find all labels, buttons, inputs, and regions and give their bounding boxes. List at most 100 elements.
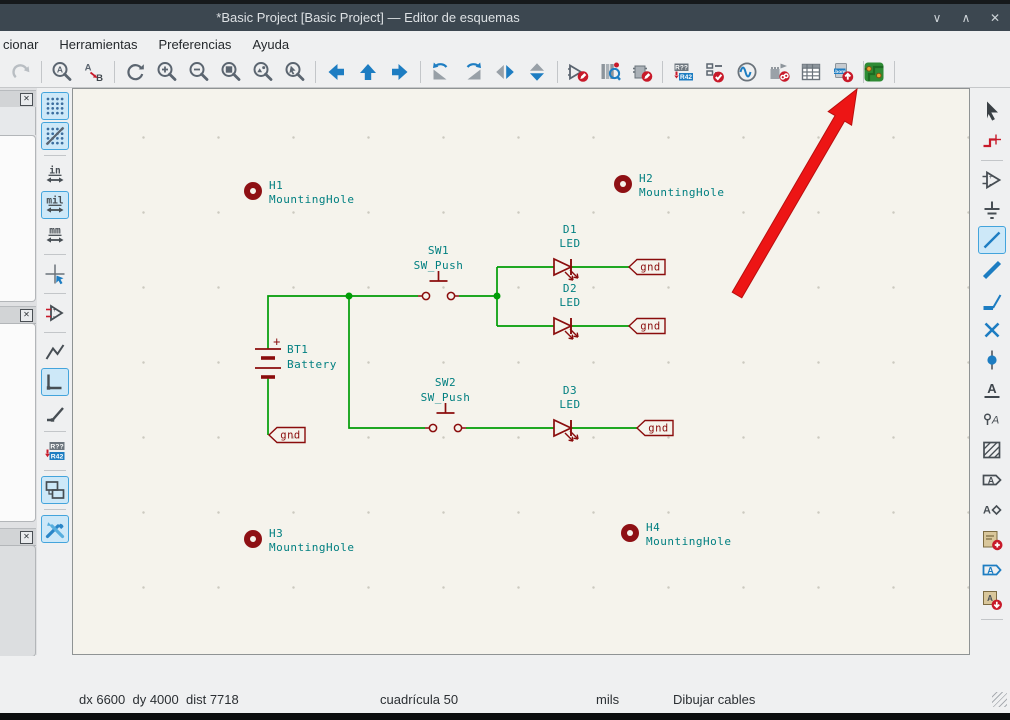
pcb-editor-button[interactable] bbox=[861, 59, 887, 85]
led-emission-arrow bbox=[577, 435, 578, 439]
zoom-out-button[interactable] bbox=[186, 59, 212, 85]
nav-forward-button[interactable] bbox=[387, 59, 413, 85]
menu-item-ayuda[interactable]: Ayuda bbox=[251, 35, 290, 54]
panel-body[interactable] bbox=[0, 545, 36, 657]
titlebar[interactable]: *Basic Project [Basic Project] — Editor … bbox=[0, 4, 1010, 31]
panel-close-icon[interactable]: ✕ bbox=[20, 309, 33, 322]
junction-tool[interactable] bbox=[978, 346, 1006, 374]
select-tool[interactable] bbox=[978, 97, 1006, 125]
docked-panel-header[interactable]: ✕ bbox=[0, 528, 36, 546]
draw-bus-tool[interactable] bbox=[978, 256, 1006, 284]
place-symbol-tool[interactable]: +- bbox=[978, 166, 1006, 194]
annotate-button[interactable]: R??R42 bbox=[670, 59, 696, 85]
zoom-selection-button[interactable] bbox=[282, 59, 308, 85]
nav-back-button[interactable] bbox=[323, 59, 349, 85]
highlight-net-tool[interactable] bbox=[978, 127, 1006, 155]
panel-close-icon[interactable]: ✕ bbox=[20, 531, 33, 544]
wires-45-toggle[interactable] bbox=[41, 398, 69, 426]
schematic-canvas[interactable]: H1MountingHoleH2MountingHoleH3MountingHo… bbox=[72, 88, 970, 655]
close-icon[interactable]: ✕ bbox=[988, 11, 1002, 25]
assign-footprints-button[interactable] bbox=[766, 59, 792, 85]
unit-mm-toggle[interactable]: mm bbox=[41, 221, 69, 249]
zoom-fit-button[interactable] bbox=[218, 59, 244, 85]
panel-body[interactable] bbox=[0, 135, 36, 302]
full-cursor-toggle[interactable] bbox=[41, 260, 69, 288]
hidden-pins-toggle[interactable]: +- bbox=[41, 299, 69, 327]
directive-label-tool[interactable]: A bbox=[978, 406, 1006, 434]
rotate-cw-button[interactable] bbox=[460, 59, 486, 85]
docked-panels: ✕ ✕ ✕ bbox=[0, 88, 37, 655]
resize-grip-icon[interactable] bbox=[992, 692, 1007, 707]
net-label-tool[interactable]: A bbox=[978, 376, 1006, 404]
find-button[interactable]: A bbox=[49, 59, 75, 85]
status-cursor-delta: dx 6600 dy 4000 dist 7718 bbox=[79, 692, 239, 707]
symbol-library-browser-button[interactable] bbox=[597, 59, 623, 85]
toolbar-separator bbox=[41, 61, 42, 83]
nav-up-button[interactable] bbox=[355, 59, 381, 85]
window-title: *Basic Project [Basic Project] — Editor … bbox=[0, 4, 736, 31]
hierarchy-navigator-toggle[interactable] bbox=[41, 476, 69, 504]
footprint-editor-button[interactable] bbox=[629, 59, 655, 85]
svg-text:-: - bbox=[989, 180, 992, 189]
led-triangle bbox=[554, 420, 571, 436]
menu-item-preferencias[interactable]: Preferencias bbox=[157, 35, 232, 54]
find-replace-button[interactable]: AB bbox=[81, 59, 107, 85]
bus-entry-tool[interactable] bbox=[978, 286, 1006, 314]
symbol-editor-button[interactable] bbox=[565, 59, 591, 85]
docked-panel-header[interactable]: ✕ bbox=[0, 306, 36, 324]
svg-text:-: - bbox=[52, 312, 55, 321]
properties-panel-toggle[interactable] bbox=[41, 515, 69, 543]
mounting-hole-center bbox=[627, 530, 633, 536]
zoom-in-button[interactable] bbox=[154, 59, 180, 85]
schematic-drawing: H1MountingHoleH2MountingHoleH3MountingHo… bbox=[73, 89, 969, 654]
sheet-pin-tool[interactable]: A bbox=[978, 586, 1006, 614]
erc-button[interactable] bbox=[702, 59, 728, 85]
rule-area-tool[interactable] bbox=[978, 436, 1006, 464]
draw-wire-tool[interactable] bbox=[978, 226, 1006, 254]
unit-mils-toggle[interactable]: mil bbox=[41, 191, 69, 219]
svg-text:A: A bbox=[988, 475, 995, 485]
unit-inches-toggle[interactable]: in bbox=[41, 161, 69, 189]
component-value: SW_Push bbox=[421, 391, 471, 404]
mirror-horizontal-button[interactable] bbox=[524, 59, 550, 85]
toolbar-separator bbox=[420, 61, 421, 83]
rotate-ccw-button[interactable] bbox=[428, 59, 454, 85]
panel-toolbar bbox=[0, 107, 36, 135]
global-label-tool[interactable]: A bbox=[978, 466, 1006, 494]
menubar: cionar Herramientas Preferencias Ayuda bbox=[0, 31, 1010, 57]
top-toolbar: AAB R??R42 .bom bbox=[0, 57, 1010, 88]
docked-panel-header[interactable]: ✕ bbox=[0, 90, 36, 108]
annotate-auto-toggle[interactable]: R??R42 bbox=[41, 437, 69, 465]
free-angle-wires-toggle[interactable] bbox=[41, 338, 69, 366]
maximize-icon[interactable]: ∧ bbox=[959, 11, 973, 25]
hierarchical-sheet-tool[interactable] bbox=[978, 526, 1006, 554]
hierarchical-label-tool[interactable]: A bbox=[978, 496, 1006, 524]
import-sheet-pin-tool[interactable]: A bbox=[978, 556, 1006, 584]
zoom-objects-button[interactable] bbox=[250, 59, 276, 85]
grid-dots-toggle[interactable] bbox=[41, 92, 69, 120]
svg-text:A: A bbox=[85, 63, 92, 74]
mirror-vertical-button[interactable] bbox=[492, 59, 518, 85]
grid-override-toggle[interactable] bbox=[41, 122, 69, 150]
menu-item-herramientas[interactable]: Herramientas bbox=[58, 35, 138, 54]
svg-text:A: A bbox=[983, 505, 991, 517]
no-connect-tool[interactable] bbox=[978, 316, 1006, 344]
hv-wires-toggle[interactable] bbox=[41, 368, 69, 396]
panel-body[interactable] bbox=[0, 323, 36, 522]
toolbar-separator bbox=[315, 61, 316, 83]
simulator-button[interactable] bbox=[734, 59, 760, 85]
svg-text:A: A bbox=[987, 594, 993, 603]
toolbar-separator bbox=[44, 293, 66, 294]
right-toolbar: +-AAAAAA bbox=[974, 88, 1010, 655]
minimize-icon[interactable]: ∨ bbox=[930, 11, 944, 25]
component-reference: H1 bbox=[269, 179, 283, 192]
refresh-button[interactable] bbox=[122, 59, 148, 85]
status-grid-setting: cuadrícula 50 bbox=[380, 692, 458, 707]
component-reference: D1 bbox=[563, 223, 577, 236]
menu-item-cionar[interactable]: cionar bbox=[2, 35, 39, 54]
redo-button[interactable] bbox=[8, 59, 34, 85]
symbol-fields-table-button[interactable] bbox=[798, 59, 824, 85]
place-power-tool[interactable] bbox=[978, 196, 1006, 224]
panel-close-icon[interactable]: ✕ bbox=[20, 93, 33, 106]
export-bom-button[interactable]: .bom bbox=[830, 59, 856, 85]
